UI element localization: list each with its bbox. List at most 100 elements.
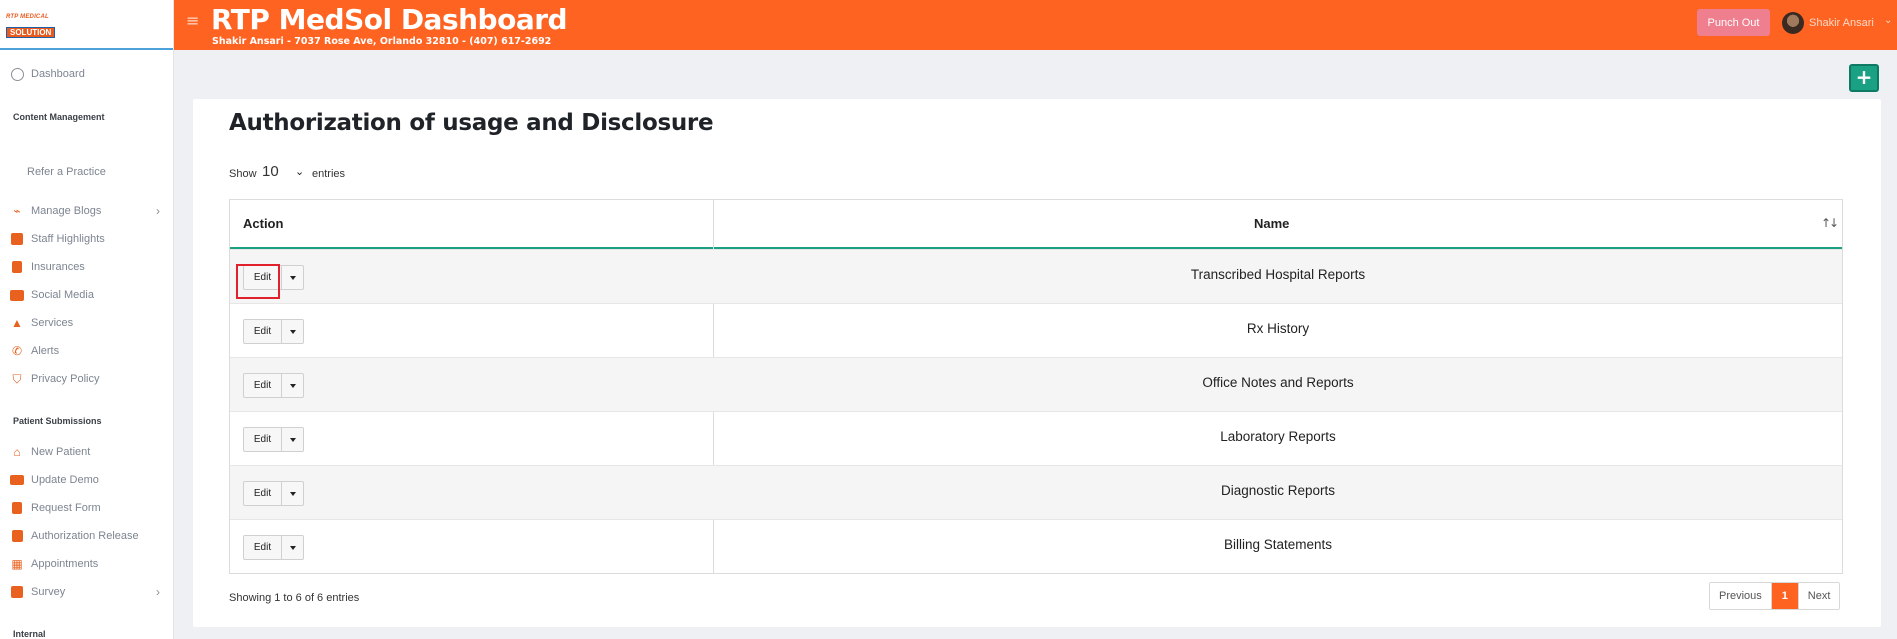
services-icon: ▲: [11, 316, 23, 330]
action-button-group: Edit: [243, 535, 304, 560]
insurance-icon: [10, 260, 24, 274]
page-title: Authorization of usage and Disclosure: [229, 110, 714, 136]
sidebar-item-label: New Patient: [31, 446, 91, 458]
highlight-box: [236, 264, 280, 299]
sidebar-item-label: Staff Highlights: [31, 233, 105, 245]
sidebar-item-refer[interactable]: Refer a Practice: [27, 166, 106, 178]
hamburger-menu-icon[interactable]: ≡: [186, 13, 200, 29]
edit-button[interactable]: Edit: [243, 319, 282, 344]
app-subtitle: Shakir Ansari - 7037 Rose Ave, Orlando 3…: [212, 36, 552, 47]
data-table: Action Name ↑↓ Edit Transcribed Hospital…: [229, 199, 1843, 574]
dropdown-caret-button[interactable]: [282, 535, 304, 560]
next-button[interactable]: Next: [1797, 583, 1840, 609]
dropdown-caret-button[interactable]: [282, 481, 304, 506]
sidebar-item-label: Social Media: [31, 289, 94, 301]
chart-icon: [10, 585, 24, 599]
sidebar-item-label: Dashboard: [31, 68, 85, 80]
logo[interactable]: RTP MEDICAL SOLUTION: [0, 0, 173, 50]
row-name: Rx History: [1246, 321, 1310, 336]
page-1-button[interactable]: 1: [1770, 583, 1798, 609]
chevron-down-icon[interactable]: ⌄: [1884, 15, 1892, 26]
phone-icon: ✆: [11, 344, 23, 358]
sidebar-item-label: Request Form: [31, 502, 101, 514]
logo-line2: SOLUTION: [6, 27, 56, 38]
section-heading-content: Content Management: [13, 112, 105, 122]
blog-icon: ⌁: [13, 204, 21, 218]
sidebar-item-privacy-policy[interactable]: ⛉ Privacy Policy: [0, 368, 173, 390]
column-header-name[interactable]: Name: [1254, 216, 1289, 231]
dropdown-caret-button[interactable]: [282, 319, 304, 344]
avatar[interactable]: [1782, 12, 1804, 34]
table-info: Showing 1 to 6 of 6 entries: [229, 592, 360, 604]
row-name: Office Notes and Reports: [1202, 375, 1354, 390]
user-name[interactable]: Shakir Ansari: [1809, 17, 1874, 29]
sidebar-item-survey[interactable]: Survey ›: [0, 581, 173, 603]
sidebar-item-new-patient[interactable]: ⌂ New Patient: [0, 441, 173, 463]
table-row: Edit Office Notes and Reports: [230, 357, 1842, 411]
chevron-down-icon[interactable]: ⌄: [295, 165, 304, 178]
app-title: RTP MedSol Dashboard: [211, 3, 568, 36]
sidebar-item-label: Insurances: [31, 261, 85, 273]
sidebar-item-insurances[interactable]: Insurances: [0, 256, 173, 278]
sidebar-item-alerts[interactable]: ✆ Alerts: [0, 340, 173, 362]
show-label: Show: [229, 168, 257, 180]
column-header-action: Action: [243, 216, 284, 231]
sidebar-item-label: Services: [31, 317, 74, 329]
dropdown-caret-button[interactable]: [282, 373, 304, 398]
dropdown-caret-button[interactable]: [282, 427, 304, 452]
row-name: Laboratory Reports: [1220, 429, 1336, 444]
chevron-right-icon: ›: [156, 204, 160, 218]
edit-button[interactable]: Edit: [243, 481, 282, 506]
sidebar-item-request-form[interactable]: Request Form: [0, 497, 173, 519]
sidebar-item-services[interactable]: ▲ Services: [0, 312, 173, 334]
sidebar-item-manage-blogs[interactable]: ⌁ Manage Blogs ›: [0, 200, 173, 222]
social-media-icon: [10, 288, 24, 302]
shield-icon: ⛉: [12, 371, 22, 386]
table-row: Edit Diagnostic Reports: [230, 465, 1842, 519]
sidebar-item-label: Appointments: [31, 558, 99, 570]
top-header: ≡ RTP MedSol Dashboard Shakir Ansari - 7…: [174, 0, 1897, 50]
sidebar: RTP MEDICAL SOLUTION Dashboard Content M…: [0, 0, 174, 639]
clipboard-check-icon: [10, 529, 24, 543]
id-card-icon: [10, 473, 24, 487]
sidebar-item-staff-highlights[interactable]: Staff Highlights: [0, 228, 173, 250]
logo-line1: RTP MEDICAL: [6, 14, 49, 20]
file-icon: [10, 501, 24, 515]
sidebar-item-label: Alerts: [31, 345, 60, 357]
section-heading-internal: Internal: [13, 629, 46, 639]
sort-icon[interactable]: ↑↓: [1821, 216, 1839, 230]
dropdown-caret-button[interactable]: [282, 265, 304, 290]
row-name: Billing Statements: [1223, 537, 1333, 552]
punch-out-button[interactable]: Punch Out: [1697, 9, 1770, 36]
action-button-group: Edit: [243, 319, 304, 344]
entries-label: entries: [312, 168, 346, 180]
sidebar-item-authorization-release[interactable]: Authorization Release: [0, 525, 173, 547]
calendar-icon: ▦: [11, 557, 23, 571]
entries-select[interactable]: 10: [262, 163, 279, 180]
table-header: Action Name ↑↓: [230, 200, 1842, 249]
sidebar-item-label: Manage Blogs: [31, 205, 102, 217]
row-name: Transcribed Hospital Reports: [1190, 267, 1366, 282]
sidebar-item-social-media[interactable]: Social Media: [0, 284, 173, 306]
sidebar-item-label: Survey: [31, 586, 66, 598]
section-heading-patient: Patient Submissions: [13, 416, 102, 426]
action-button-group: Edit: [243, 481, 304, 506]
sidebar-item-label: Privacy Policy: [31, 373, 100, 385]
dashboard-icon: [10, 67, 24, 81]
table-row: Edit Laboratory Reports: [230, 411, 1842, 465]
table-row: Edit Transcribed Hospital Reports: [230, 249, 1842, 303]
action-button-group: Edit: [243, 373, 304, 398]
sidebar-item-appointments[interactable]: ▦ Appointments: [0, 553, 173, 575]
add-button[interactable]: +: [1849, 64, 1879, 92]
sidebar-item-update-demo[interactable]: Update Demo: [0, 469, 173, 491]
sidebar-item-dashboard[interactable]: Dashboard: [0, 63, 173, 85]
pagination: Previous 1 Next: [1709, 582, 1841, 610]
edit-button[interactable]: Edit: [243, 535, 282, 560]
table-row: Edit Billing Statements: [230, 519, 1842, 573]
edit-button[interactable]: Edit: [243, 373, 282, 398]
previous-button[interactable]: Previous: [1710, 583, 1771, 609]
home-icon: ⌂: [13, 445, 21, 459]
edit-button[interactable]: Edit: [243, 427, 282, 452]
action-button-group: Edit: [243, 427, 304, 452]
row-name: Diagnostic Reports: [1220, 483, 1336, 498]
